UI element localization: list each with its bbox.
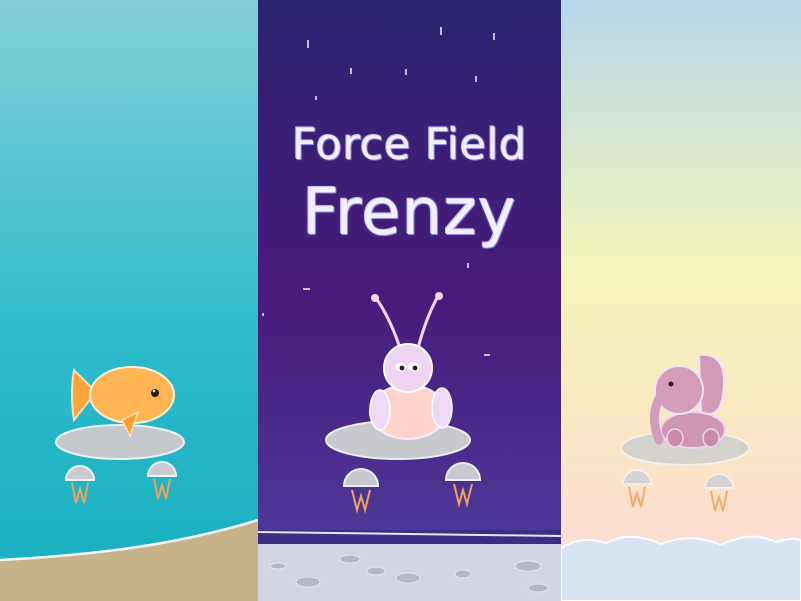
game-title-line-1: Force Field [292,120,527,170]
cloud-floor [561,535,801,601]
sky-world-panel[interactable] [561,0,801,601]
ocean-water [0,0,258,601]
space-sky [258,0,561,601]
ocean-scene [0,0,258,601]
game-title-screen: Force Field Frenzy [0,0,801,601]
ocean-world-panel[interactable] [0,0,258,601]
sky-scene [561,0,801,601]
space-world-panel[interactable]: Force Field Frenzy [258,0,561,601]
space-scene [258,0,561,601]
sky-gradient [561,0,801,601]
game-title-line-2: Frenzy [302,176,517,250]
